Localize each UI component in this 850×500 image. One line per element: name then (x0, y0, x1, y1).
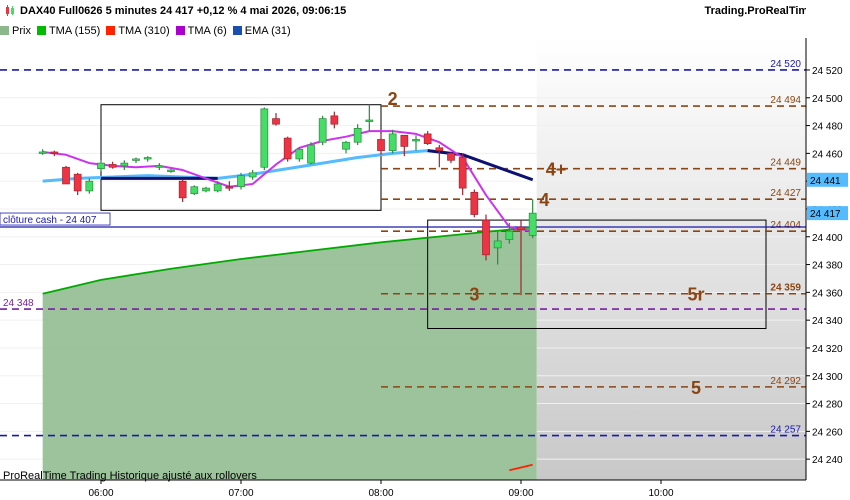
candle-body[interactable] (435, 147, 444, 151)
candle-body[interactable] (178, 180, 187, 199)
candle-body[interactable] (505, 230, 514, 240)
wave-label: 4+ (546, 160, 567, 180)
price-chart[interactable]: 24 52024 49424 44924 42724 40424 35924 3… (0, 0, 850, 500)
price-tick-label: 24 320 (812, 344, 843, 355)
candle-body[interactable] (272, 118, 280, 125)
candle-body[interactable] (237, 175, 245, 188)
close-cash-label: clôture cash - 24 407 (3, 215, 97, 226)
candle-body[interactable] (412, 139, 420, 142)
level-label: 24 427 (770, 188, 801, 199)
candle-body[interactable] (225, 186, 234, 189)
candle-body[interactable] (470, 191, 479, 215)
price-tag-label: 24 441 (810, 176, 841, 187)
candle-body[interactable] (307, 144, 315, 164)
candle-body[interactable] (248, 172, 257, 178)
candle-body[interactable] (38, 151, 47, 154)
wave-label: 3 (469, 285, 479, 305)
candle-body[interactable] (120, 162, 129, 167)
candle-body[interactable] (167, 169, 175, 172)
candle-body[interactable] (50, 151, 59, 154)
price-tick-label: 24 300 (812, 372, 843, 383)
time-tick-label: 06:00 (88, 488, 113, 499)
footer-note: ProRealTime Trading Historique ajusté au… (3, 470, 257, 482)
level-label: 24 404 (770, 220, 801, 231)
time-tick-label: 10:00 (648, 488, 673, 499)
level-label: 24 257 (770, 425, 801, 436)
candle-body[interactable] (388, 133, 397, 151)
candle-body[interactable] (108, 164, 117, 168)
price-tick-label: 24 460 (812, 149, 843, 160)
candle-body[interactable] (260, 108, 269, 168)
candle-body[interactable] (62, 166, 70, 185)
price-tick-label: 24 380 (812, 261, 843, 272)
level-label: 24 359 (770, 283, 801, 294)
candle-body[interactable] (365, 119, 374, 122)
wave-label: 5r (687, 285, 704, 305)
price-tick-label: 24 240 (812, 455, 843, 466)
level-label: 24 348 (3, 298, 34, 309)
candle-body[interactable] (447, 153, 455, 161)
candle-body[interactable] (330, 115, 339, 125)
candle-body[interactable] (73, 173, 82, 192)
level-label: 24 520 (770, 59, 801, 70)
price-tag-label: 24 417 (810, 209, 841, 220)
candle-body[interactable] (85, 180, 94, 192)
candle-body[interactable] (353, 127, 362, 143)
wave-label: 4 (539, 190, 549, 210)
candle-body[interactable] (493, 240, 502, 249)
wave-label: 5 (691, 378, 701, 398)
time-tick-label: 08:00 (368, 488, 393, 499)
candle-body[interactable] (517, 226, 525, 231)
time-tick-label: 07:00 (228, 488, 253, 499)
candle-body[interactable] (213, 183, 222, 192)
candle-body[interactable] (528, 212, 537, 236)
price-tick-label: 24 280 (812, 400, 843, 411)
candle-body[interactable] (377, 139, 385, 151)
price-tick-label: 24 520 (812, 66, 843, 77)
candle-body[interactable] (482, 219, 490, 256)
candle-body[interactable] (423, 133, 432, 144)
candle-body[interactable] (458, 157, 467, 189)
price-tick-label: 24 500 (812, 94, 843, 105)
price-tick-label: 24 480 (812, 122, 843, 133)
candle-body[interactable] (155, 165, 164, 168)
level-label: 24 494 (770, 95, 801, 106)
price-tick-label: 24 400 (812, 233, 843, 244)
level-label: 24 292 (770, 376, 801, 387)
price-tick-label: 24 360 (812, 288, 843, 299)
candle-body[interactable] (190, 186, 199, 195)
candle-body[interactable] (202, 187, 210, 192)
candle-body[interactable] (342, 141, 350, 150)
candle-body[interactable] (132, 158, 140, 161)
level-label: 24 449 (770, 158, 801, 169)
price-tick-label: 24 260 (812, 427, 843, 438)
wave-label: 2 (388, 89, 398, 109)
time-tick-label: 09:00 (508, 488, 533, 499)
candle-body[interactable] (97, 162, 105, 170)
candle-body[interactable] (318, 118, 327, 143)
candle-body[interactable] (283, 137, 292, 160)
candle-body[interactable] (143, 157, 152, 160)
price-tick-label: 24 340 (812, 316, 843, 327)
candle-body[interactable] (295, 148, 304, 160)
candle-body[interactable] (400, 134, 409, 147)
